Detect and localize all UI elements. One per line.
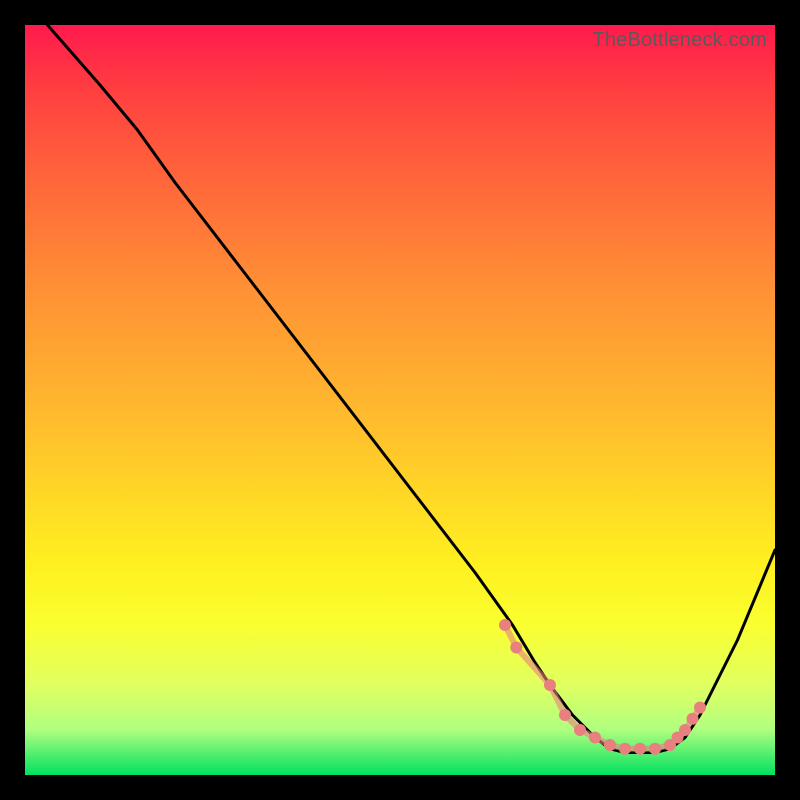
chart-frame: TheBottleneck.com <box>25 25 775 775</box>
optimal-range-dot <box>544 679 556 691</box>
optimal-range-dot <box>694 702 706 714</box>
chart-svg <box>25 25 775 775</box>
optimal-range-markers <box>499 619 706 755</box>
optimal-range-dot <box>589 732 601 744</box>
optimal-range-dot <box>634 743 646 755</box>
optimal-range-stroke <box>505 625 700 749</box>
optimal-range-dot <box>510 642 522 654</box>
attribution-text: TheBottleneck.com <box>592 29 767 52</box>
bottleneck-curve-path <box>48 25 776 753</box>
optimal-range-dot <box>499 619 511 631</box>
optimal-range-dot <box>687 713 699 725</box>
optimal-range-dot <box>574 724 586 736</box>
optimal-range-dot <box>679 724 691 736</box>
optimal-range-dot <box>619 743 631 755</box>
optimal-range-dot <box>559 709 571 721</box>
optimal-range-dot <box>649 743 661 755</box>
optimal-range-dot <box>604 739 616 751</box>
bottleneck-curve <box>48 25 776 753</box>
